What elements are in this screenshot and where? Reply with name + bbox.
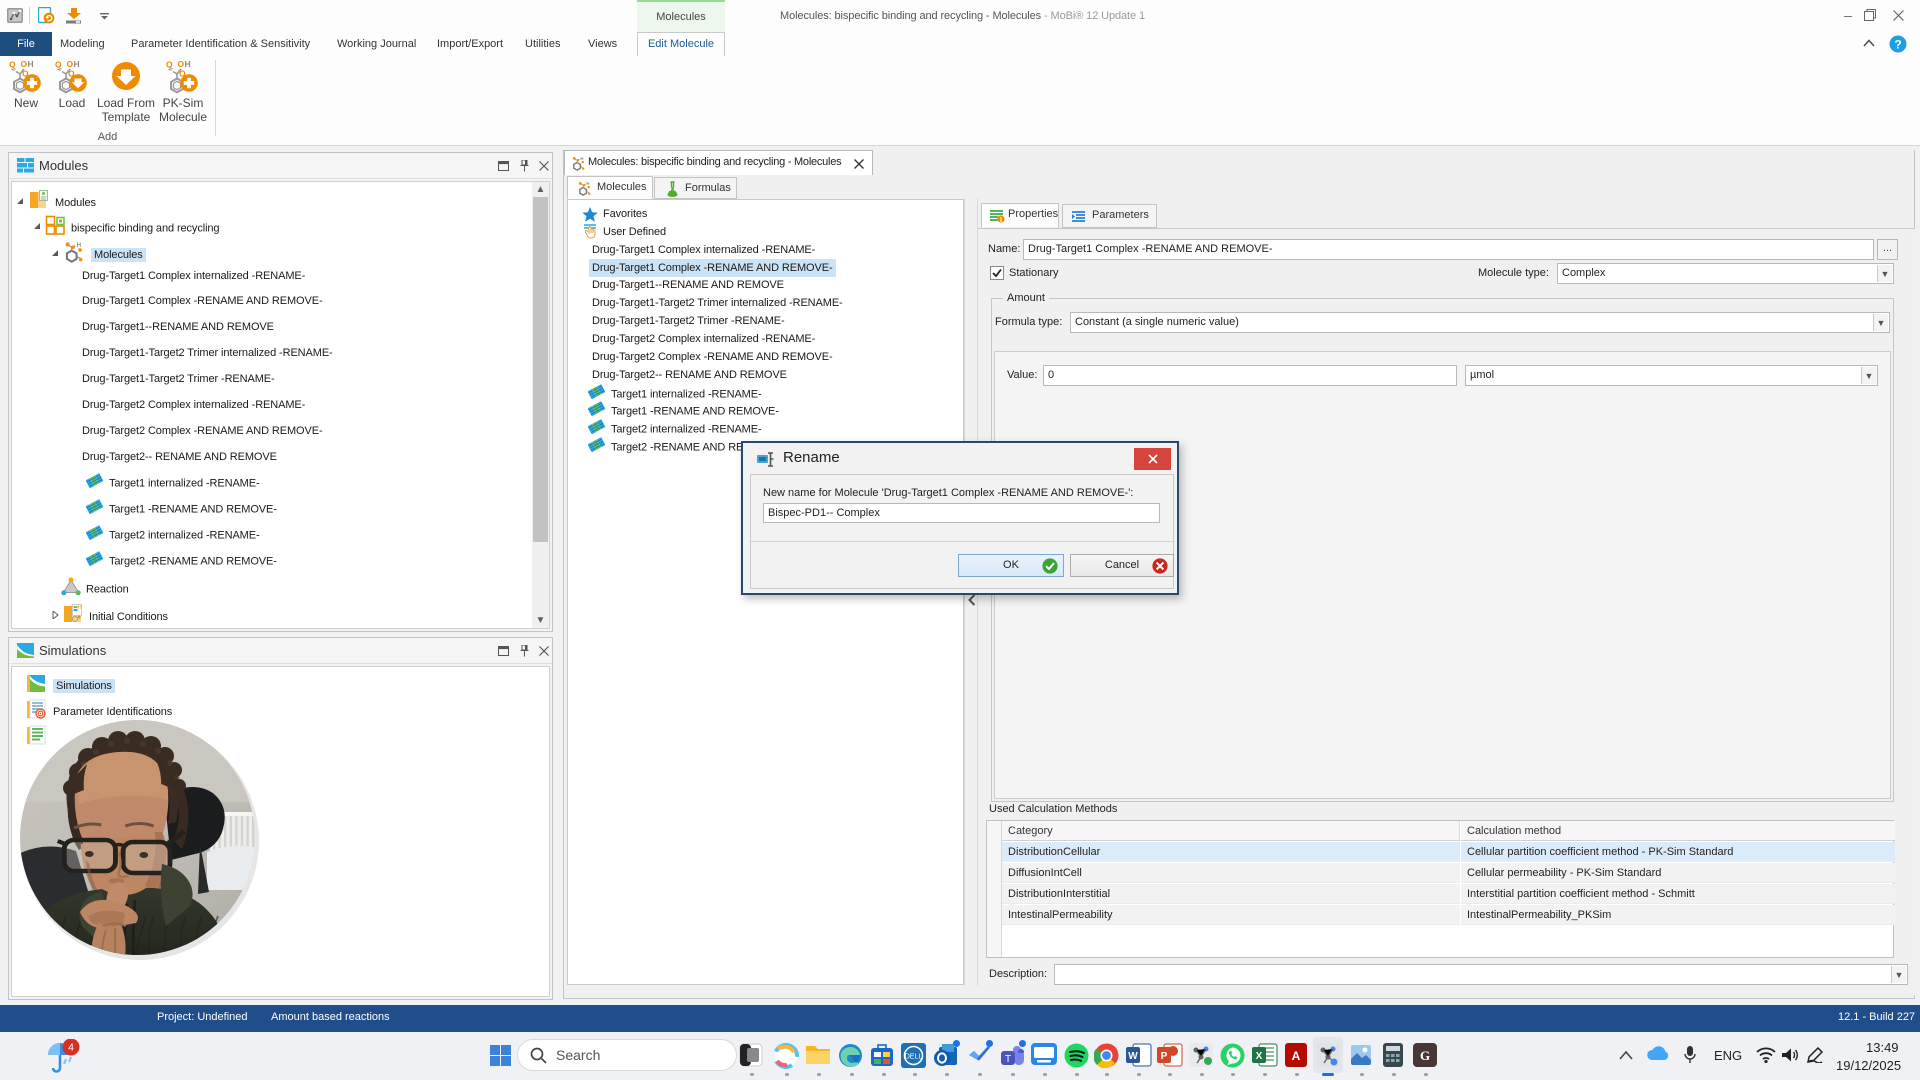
svg-text:H: H	[77, 242, 82, 249]
svg-text:DELL: DELL	[905, 1054, 923, 1061]
svg-text:H: H	[580, 156, 583, 161]
svg-text:P: P	[1161, 1051, 1168, 1062]
svg-text:X: X	[1256, 1051, 1263, 1062]
svg-text:?: ?	[1894, 38, 1901, 52]
svg-text:4: 4	[68, 1042, 74, 1054]
svg-text:i: i	[1000, 216, 1002, 223]
svg-text:H: H	[78, 605, 82, 611]
svg-text:T: T	[1005, 1054, 1011, 1065]
svg-text:G: G	[1420, 1048, 1430, 1063]
svg-text:H: H	[586, 181, 589, 186]
svg-text:W: W	[1128, 1051, 1138, 1062]
svg-text:A: A	[1292, 1049, 1301, 1063]
